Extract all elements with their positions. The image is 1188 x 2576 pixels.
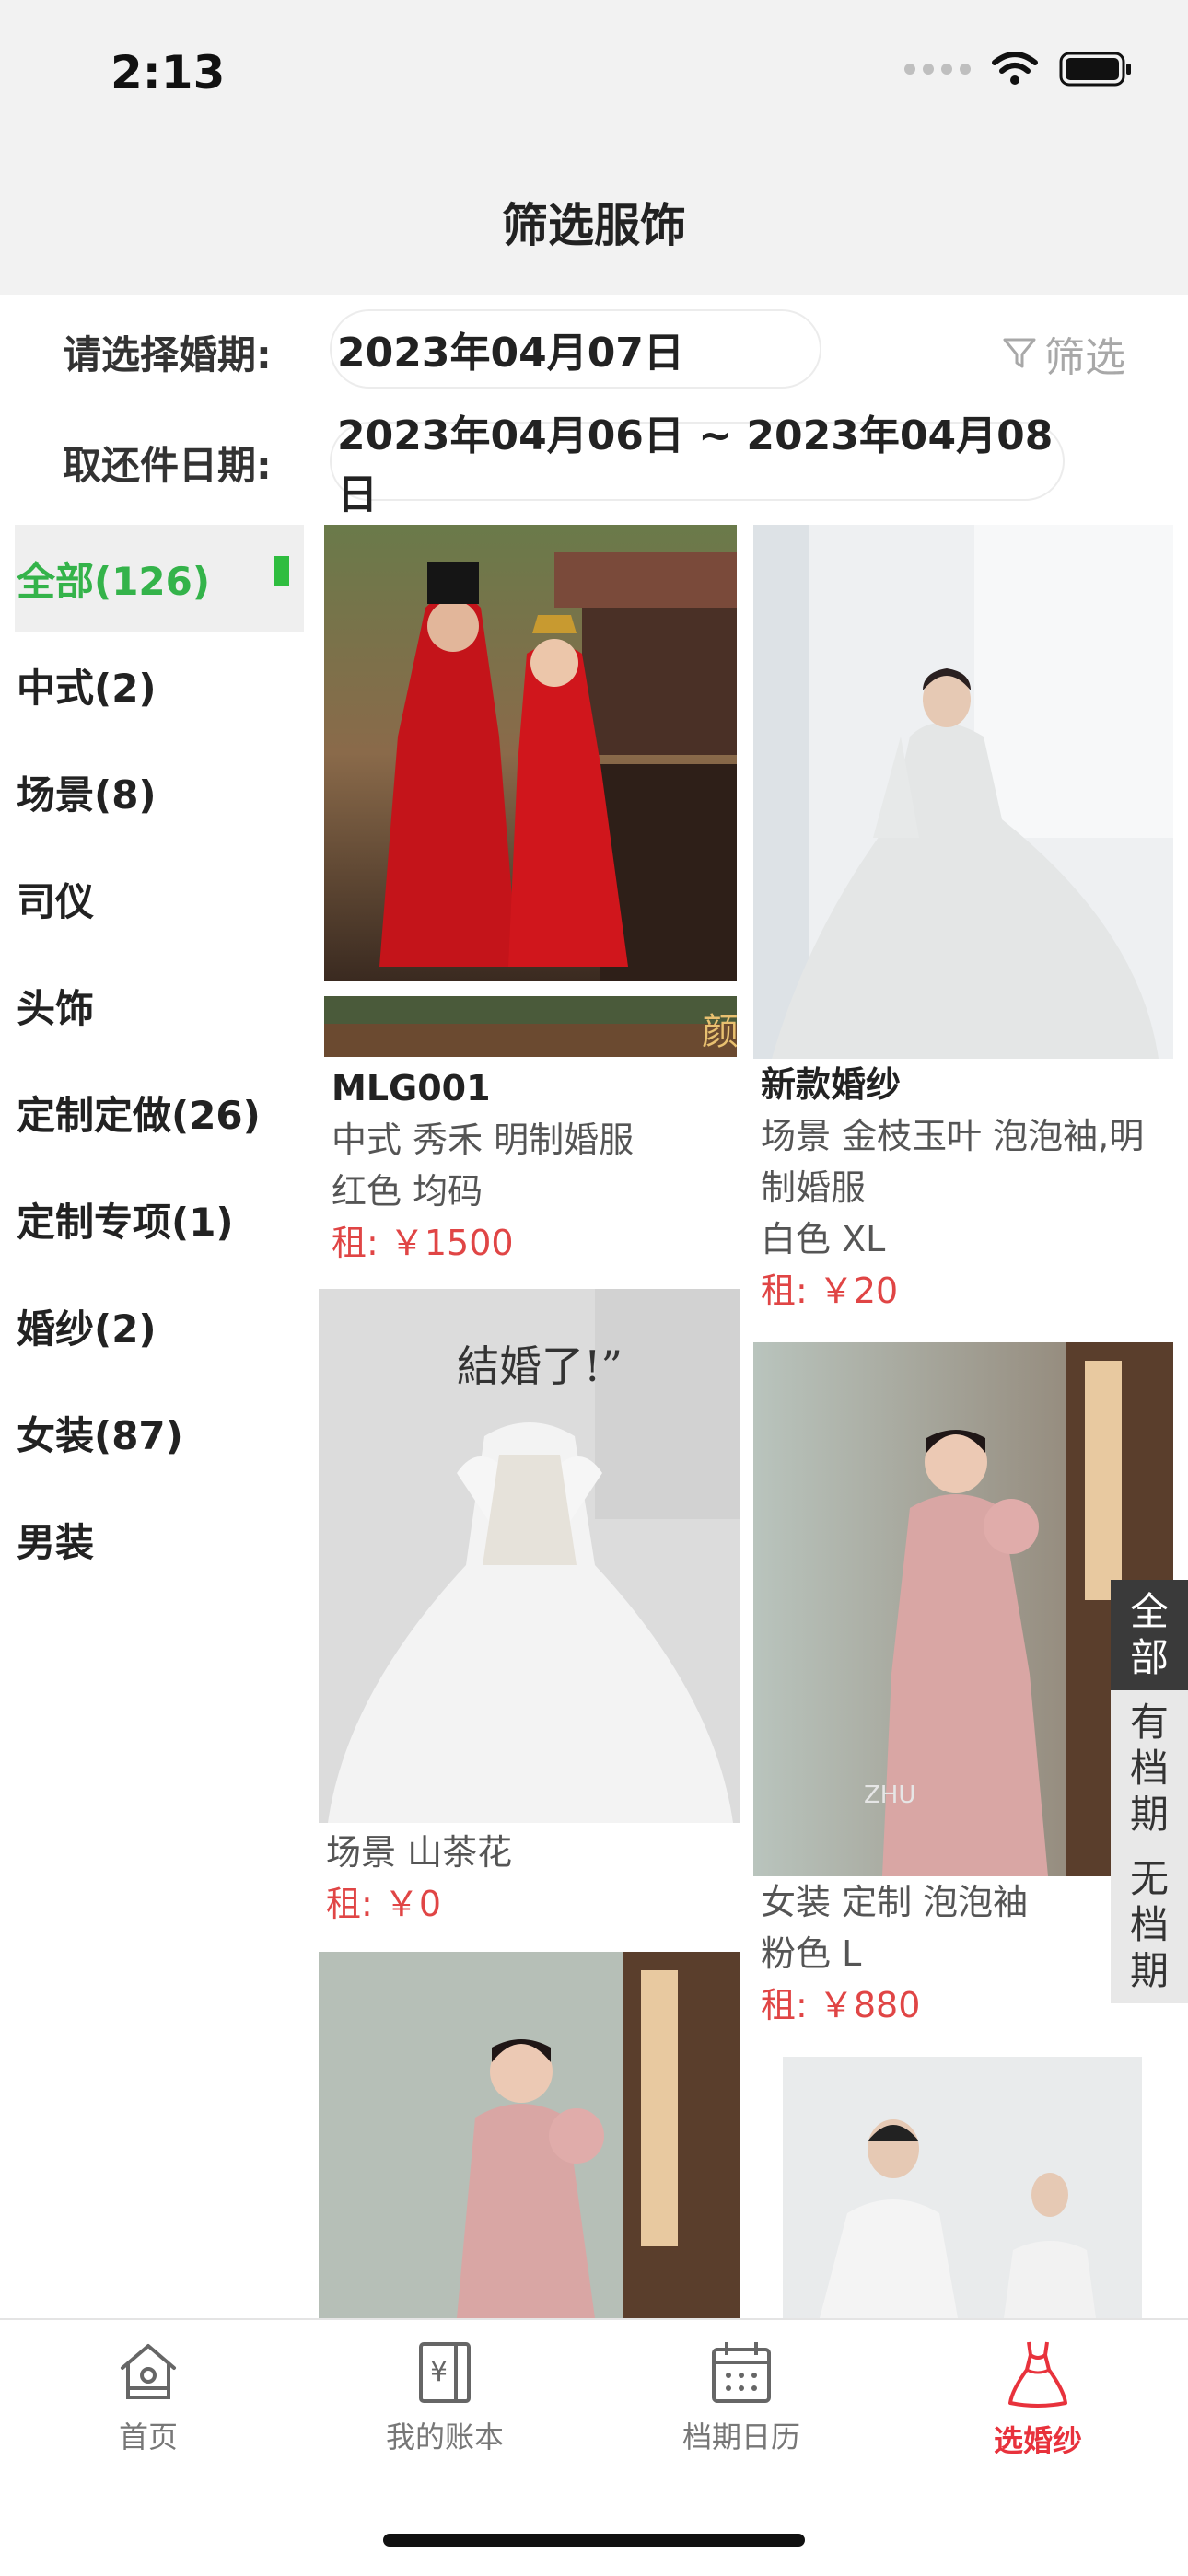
product-photo [319, 1952, 740, 2318]
status-icons [904, 52, 1133, 87]
photo-caption-text: 結婚了!” [457, 1341, 623, 1391]
product-price: 租: ￥880 [761, 1985, 921, 2025]
category-label: 司仪 [17, 878, 95, 924]
product-spec: 白色 XL [761, 1219, 886, 1259]
pickup-date-range-value: 2023年04月06日 ~ 2023年04月08日 [337, 412, 1054, 518]
filter-button[interactable]: 筛选 [1002, 324, 1125, 383]
product-description: 女装 定制 泡泡袖 [761, 1882, 1029, 1922]
wedding-date-label: 请选择婚期: [63, 332, 272, 377]
category-item-scene[interactable]: 场景(8) [15, 738, 304, 845]
product-card[interactable]: 颜 MLG001 中式 秀禾 明制婚服 红色 均码 租: ￥1500 [324, 525, 737, 1275]
tab-label: 我的账本 [385, 2419, 504, 2454]
category-item-host[interactable]: 司仪 [15, 845, 304, 952]
product-card[interactable]: 新款婚纱 场景 金枝玉叶 泡泡袖,明 制婚服 白色 XL 租: ￥20 [753, 525, 1173, 1326]
home-indicator [383, 2534, 805, 2547]
tab-label: 档期日历 [681, 2419, 800, 2454]
category-item-custom[interactable]: 定制定做(26) [15, 1059, 304, 1166]
availability-tab-label: 有档期 [1130, 1700, 1170, 1837]
availability-tab-all[interactable]: 全部 [1111, 1580, 1188, 1690]
product-price: 租: ￥20 [761, 1271, 899, 1311]
product-title: 新款婚纱 [761, 1064, 902, 1105]
dress-icon [1008, 2341, 1067, 2408]
filter-button-label: 筛选 [1044, 334, 1125, 381]
tab-home[interactable]: 首页 [0, 2338, 297, 2456]
product-card[interactable] [783, 2057, 1142, 2318]
category-label: 婚纱(2) [17, 1305, 157, 1352]
tab-label: 首页 [118, 2419, 178, 2454]
availability-tab-label: 全部 [1130, 1589, 1170, 1680]
svg-text:¥: ¥ [430, 2356, 448, 2388]
availability-tab-available[interactable]: 有档期 [1111, 1690, 1188, 1847]
tab-calendar[interactable]: 档期日历 [593, 2338, 890, 2456]
ledger-icon: ¥ [419, 2342, 471, 2403]
pickup-date-range-picker[interactable]: 2023年04月06日 ~ 2023年04月08日 [330, 412, 1065, 518]
product-title: MLG001 [332, 1068, 491, 1108]
pickup-date-label: 取还件日期: [63, 443, 272, 488]
category-label: 男装 [17, 1519, 95, 1565]
category-item-all[interactable]: 全部(126) [15, 525, 304, 632]
product-photo-strip: 颜 [324, 996, 737, 1057]
tab-ledger[interactable]: ¥ 我的账本 [297, 2338, 593, 2456]
category-item-menswear[interactable]: 男装 [15, 1486, 304, 1593]
calendar-icon [712, 2342, 771, 2403]
top-bar: 2:13 筛选服饰 [0, 0, 1188, 295]
availability-tab-label: 无档期 [1130, 1856, 1170, 1993]
category-sidebar: 全部(126) 中式(2) 场景(8) 司仪 头饰 定制定做(26) 定制专项(… [15, 525, 304, 1593]
category-item-womenswear[interactable]: 女装(87) [15, 1379, 304, 1486]
page-title: 筛选服饰 [502, 199, 686, 252]
product-photo: 結婚了!” [319, 1289, 740, 1823]
product-photo [753, 525, 1173, 1059]
category-label: 全部(126) [17, 558, 211, 604]
tab-choose-dress[interactable]: 选婚纱 [890, 2338, 1186, 2460]
category-label: 女装(87) [17, 1412, 183, 1458]
product-description: 场景 金枝玉叶 泡泡袖,明 [761, 1116, 1145, 1156]
battery-icon [1059, 52, 1131, 87]
product-photo [783, 2057, 1142, 2318]
category-item-chinese[interactable]: 中式(2) [15, 632, 304, 738]
category-label: 头饰 [17, 985, 95, 1031]
category-item-headwear[interactable]: 头饰 [15, 952, 304, 1059]
availability-tab-unavailable[interactable]: 无档期 [1111, 1847, 1188, 2003]
photo-seal-text: 颜 [702, 1011, 737, 1053]
status-time: 2:13 [111, 46, 226, 99]
category-label: 定制专项(1) [17, 1199, 234, 1245]
product-photo [324, 525, 737, 981]
active-indicator [274, 556, 289, 586]
wifi-icon [992, 52, 1038, 85]
product-price: 租: ￥0 [326, 1884, 442, 1924]
product-price: 租: ￥1500 [332, 1223, 514, 1263]
funnel-icon [1003, 338, 1036, 368]
home-icon [121, 2344, 176, 2399]
signal-icon [904, 64, 971, 75]
product-description: 中式 秀禾 明制婚服 [332, 1120, 635, 1160]
photo-watermark-text: ZHU [864, 1781, 915, 1809]
product-card[interactable]: 結婚了!” 场景 山茶花 租: ￥0 [319, 1289, 740, 1933]
product-card[interactable] [319, 1952, 740, 2318]
product-description-continued: 制婚服 [761, 1167, 867, 1208]
product-spec: 粉色 L [761, 1933, 862, 1974]
category-label: 定制定做(26) [17, 1092, 261, 1138]
wedding-date-picker[interactable]: 2023年04月07日 [330, 309, 821, 389]
category-item-custom-special[interactable]: 定制专项(1) [15, 1166, 304, 1272]
category-label: 场景(8) [17, 772, 157, 818]
product-description: 场景 山茶花 [326, 1832, 513, 1873]
availability-tabs: 全部 有档期 无档期 [1111, 1580, 1188, 2003]
category-item-wedding-dress[interactable]: 婚纱(2) [15, 1272, 304, 1379]
product-spec: 红色 均码 [332, 1171, 483, 1212]
wedding-date-value: 2023年04月07日 [337, 330, 684, 377]
category-label: 中式(2) [17, 665, 157, 711]
tab-label: 选婚纱 [993, 2423, 1082, 2458]
